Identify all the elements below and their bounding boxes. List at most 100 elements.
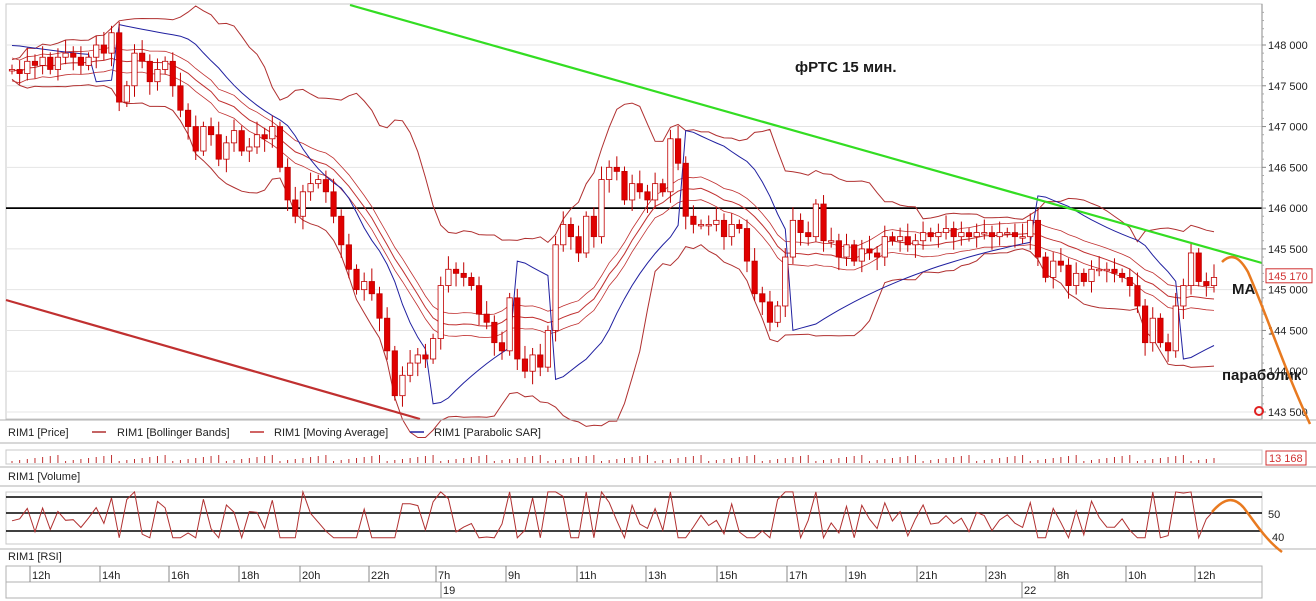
candle-body-up — [407, 362, 414, 376]
candle-body-down — [521, 358, 529, 372]
candle-body-down — [238, 130, 245, 152]
candle-body-down — [1065, 264, 1072, 286]
candle-body-up — [774, 305, 781, 323]
candle-body-up — [1004, 232, 1011, 235]
candle — [353, 264, 360, 295]
candle-body-up — [1103, 268, 1110, 272]
candle-body-up — [1050, 260, 1057, 278]
candle-body-down — [613, 166, 620, 172]
candle-body-down — [805, 232, 812, 238]
candle-body-up — [414, 354, 421, 364]
price-tick-label: 145 500 — [1268, 244, 1308, 256]
time-tick-label: 10h — [1128, 570, 1146, 582]
candle-body-up — [108, 32, 115, 54]
candle-body-down — [751, 260, 758, 295]
candle-body-up — [1096, 268, 1103, 272]
candle-body-up — [667, 138, 674, 193]
rsi-level-40: 40 — [1272, 532, 1284, 544]
legend-bollinger: RIM1 [Bollinger Bands] — [117, 427, 230, 439]
rsi-label: RIM1 [RSI] — [8, 551, 62, 563]
candle-body-down — [874, 252, 881, 258]
candle-body-up — [782, 256, 789, 307]
candle-body-up — [996, 232, 1003, 238]
chart-window: 148 000 147 500 147 000 146 500 146 000 145 5… — [0, 0, 1316, 601]
candle-body-up — [912, 240, 919, 246]
candle-body-down — [674, 138, 682, 164]
candle-body-up — [697, 224, 705, 227]
candle-body-down — [950, 228, 957, 238]
candle-body-up — [307, 183, 314, 193]
candle — [1157, 313, 1164, 348]
candle-body-down — [483, 313, 490, 323]
candle-body-down — [368, 281, 375, 295]
candle-body-down — [338, 215, 345, 246]
candle-body-down — [1111, 268, 1118, 274]
time-tick-label: 17h — [789, 570, 807, 582]
time-tick-label: 22h — [371, 570, 389, 582]
volume-label: RIM1 [Volume] — [8, 471, 80, 483]
candle-body-up — [1149, 317, 1156, 344]
time-tick-label: 21h — [919, 570, 937, 582]
candle-body-down — [169, 60, 176, 87]
candle-body-down — [284, 166, 291, 201]
candle-body-up — [606, 166, 613, 180]
candle — [430, 333, 437, 364]
candle-body-up — [361, 281, 368, 291]
candle-body-up — [506, 297, 513, 352]
candle-body-up — [437, 285, 444, 340]
candle-body-down — [452, 268, 460, 274]
candle-body-up — [131, 52, 138, 87]
candle — [544, 325, 552, 373]
candle-body-down — [70, 52, 77, 58]
candle — [621, 166, 628, 205]
candle-body-up — [445, 268, 452, 286]
candle-body-up — [1019, 236, 1026, 239]
candle-body-down — [276, 126, 284, 168]
candle-body-up — [942, 228, 950, 233]
candle-body-up — [1073, 272, 1080, 286]
candle-body-up — [598, 179, 605, 238]
candle-body-down — [621, 171, 628, 201]
candle-body-up — [1088, 268, 1095, 282]
candle-body-down — [1195, 252, 1202, 282]
candle-body-up — [54, 56, 62, 70]
candle-body-up — [958, 232, 965, 238]
candle-body-down — [330, 191, 337, 217]
candle-body-up — [269, 126, 276, 140]
date-tick-label: 22 — [1024, 585, 1036, 597]
chart-title-annotation: фРТС 15 мин. — [795, 59, 897, 76]
time-tick-label: 23h — [988, 570, 1006, 582]
rsi-level-50: 50 — [1268, 509, 1280, 521]
candle-body-down — [590, 215, 597, 238]
candle-body-up — [1027, 219, 1034, 238]
candle-body-down — [1080, 272, 1087, 282]
date-tick-label: 19 — [443, 585, 455, 597]
candle-body-down — [1042, 256, 1049, 278]
candle-body-down — [491, 321, 498, 344]
candle-body-down — [322, 179, 329, 193]
price-tick-label: 147 000 — [1268, 122, 1308, 134]
time-tick-label: 11h — [579, 570, 597, 582]
candle-body-down — [575, 236, 582, 254]
legend-parabolic-sar: RIM1 [Parabolic SAR] — [434, 427, 541, 439]
background — [0, 0, 1316, 601]
candle-body-down — [460, 272, 467, 278]
candle-body-down — [965, 232, 973, 238]
time-tick-label: 13h — [648, 570, 666, 582]
candle-body-down — [682, 162, 689, 217]
candle — [514, 288, 521, 370]
time-tick-label: 12h — [1197, 570, 1215, 582]
candle-body-up — [544, 330, 552, 368]
candle-body-down — [1164, 342, 1172, 352]
candle-body-up — [789, 219, 796, 258]
price-tick-label: 146 000 — [1268, 203, 1308, 215]
candle-body-down — [1142, 305, 1149, 344]
candle-body-down — [376, 293, 383, 319]
candle-body-down — [215, 134, 222, 160]
candle-body-up — [399, 374, 406, 397]
candle — [667, 129, 674, 203]
candle-body-down — [1126, 277, 1133, 286]
time-tick-label: 7h — [438, 570, 450, 582]
time-tick-label: 18h — [241, 570, 259, 582]
candle-body-down — [690, 215, 697, 225]
